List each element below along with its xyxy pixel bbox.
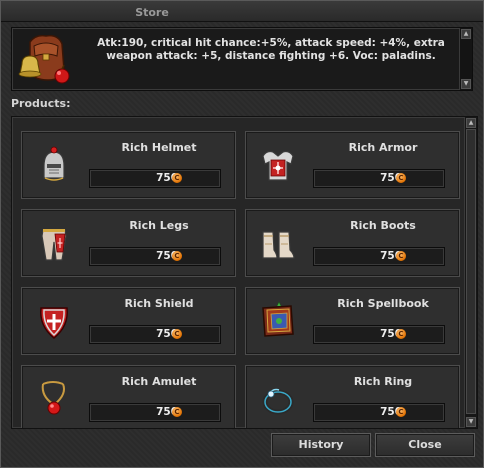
title-bar[interactable]: Store — [1, 1, 483, 22]
price-field: 750 C — [313, 403, 445, 422]
product-name: Rich Legs — [129, 219, 189, 232]
products-scrollbar[interactable]: ▲ ▼ — [464, 117, 477, 428]
close-button[interactable]: Close — [375, 433, 475, 457]
products-list: Rich Helmet 750 C Rich Armor 750 C Rich … — [11, 116, 478, 429]
products-grid: Rich Helmet 750 C Rich Armor 750 C Rich … — [21, 131, 460, 428]
price-field: 750 C — [313, 169, 445, 188]
product-name: Rich Spellbook — [337, 297, 429, 310]
product-card-rich-amulet[interactable]: Rich Amulet 750 C — [21, 365, 236, 428]
product-name: Rich Boots — [350, 219, 416, 232]
price-value: 750 — [380, 406, 402, 418]
scroll-down-icon[interactable]: ▼ — [461, 79, 471, 89]
item-info-panel: Atk:190, critical hit chance:+5%, attack… — [11, 27, 473, 91]
scrollbar-thumb[interactable] — [466, 129, 476, 414]
price-field: 750 C — [89, 169, 221, 188]
coin-icon: C — [172, 173, 182, 183]
scroll-up-icon[interactable]: ▲ — [466, 118, 476, 128]
price-value: 750 — [156, 406, 178, 418]
product-name: Rich Ring — [353, 375, 413, 388]
price-field: 750 C — [89, 325, 221, 344]
store-window: Store Atk:190, critical hit chance:+5%, … — [0, 0, 484, 468]
coin-icon: C — [172, 251, 182, 261]
product-card-rich-spellbook[interactable]: Rich Spellbook 750 C — [245, 287, 460, 355]
history-button[interactable]: History — [271, 433, 371, 457]
ring-icon — [262, 388, 294, 415]
info-scrollbar[interactable]: ▲ ▼ — [459, 28, 472, 90]
coin-icon: C — [172, 329, 182, 339]
coin-icon: C — [396, 407, 406, 417]
product-card-rich-helmet[interactable]: Rich Helmet 750 C — [21, 131, 236, 199]
price-value: 750 — [156, 250, 178, 262]
window-title: Store — [135, 6, 169, 19]
price-field: 750 C — [89, 247, 221, 266]
coin-icon: C — [396, 173, 406, 183]
price-field: 750 C — [313, 325, 445, 344]
product-name: Rich Shield — [124, 297, 194, 310]
backpack-with-bell-and-apple-icon — [18, 34, 70, 84]
product-card-rich-legs[interactable]: Rich Legs 750 C — [21, 209, 236, 277]
scroll-up-icon[interactable]: ▲ — [461, 29, 471, 39]
product-name: Rich Amulet — [121, 375, 197, 388]
price-value: 750 — [380, 172, 402, 184]
scroll-down-icon[interactable]: ▼ — [466, 417, 476, 427]
spellbook-icon — [262, 301, 294, 337]
armor-icon — [262, 150, 294, 181]
product-card-rich-shield[interactable]: Rich Shield 750 C — [21, 287, 236, 355]
product-card-rich-boots[interactable]: Rich Boots 750 C — [245, 209, 460, 277]
coin-icon: C — [172, 407, 182, 417]
price-field: 750 C — [89, 403, 221, 422]
amulet-icon — [41, 381, 65, 415]
product-card-rich-ring[interactable]: Rich Ring 750 C — [245, 365, 460, 428]
item-description: Atk:190, critical hit chance:+5%, attack… — [97, 37, 445, 62]
legs-icon — [41, 229, 67, 261]
product-name: Rich Armor — [348, 141, 418, 154]
price-value: 750 — [380, 250, 402, 262]
coin-icon: C — [396, 329, 406, 339]
price-value: 750 — [156, 328, 178, 340]
helmet-icon — [43, 146, 65, 181]
price-value: 750 — [380, 328, 402, 340]
shield-icon — [40, 307, 68, 339]
boots-icon — [262, 231, 295, 259]
product-card-rich-armor[interactable]: Rich Armor 750 C — [245, 131, 460, 199]
coin-icon: C — [396, 251, 406, 261]
product-name: Rich Helmet — [121, 141, 197, 154]
price-value: 750 — [156, 172, 178, 184]
products-label: Products: — [11, 97, 71, 110]
price-field: 750 C — [313, 247, 445, 266]
